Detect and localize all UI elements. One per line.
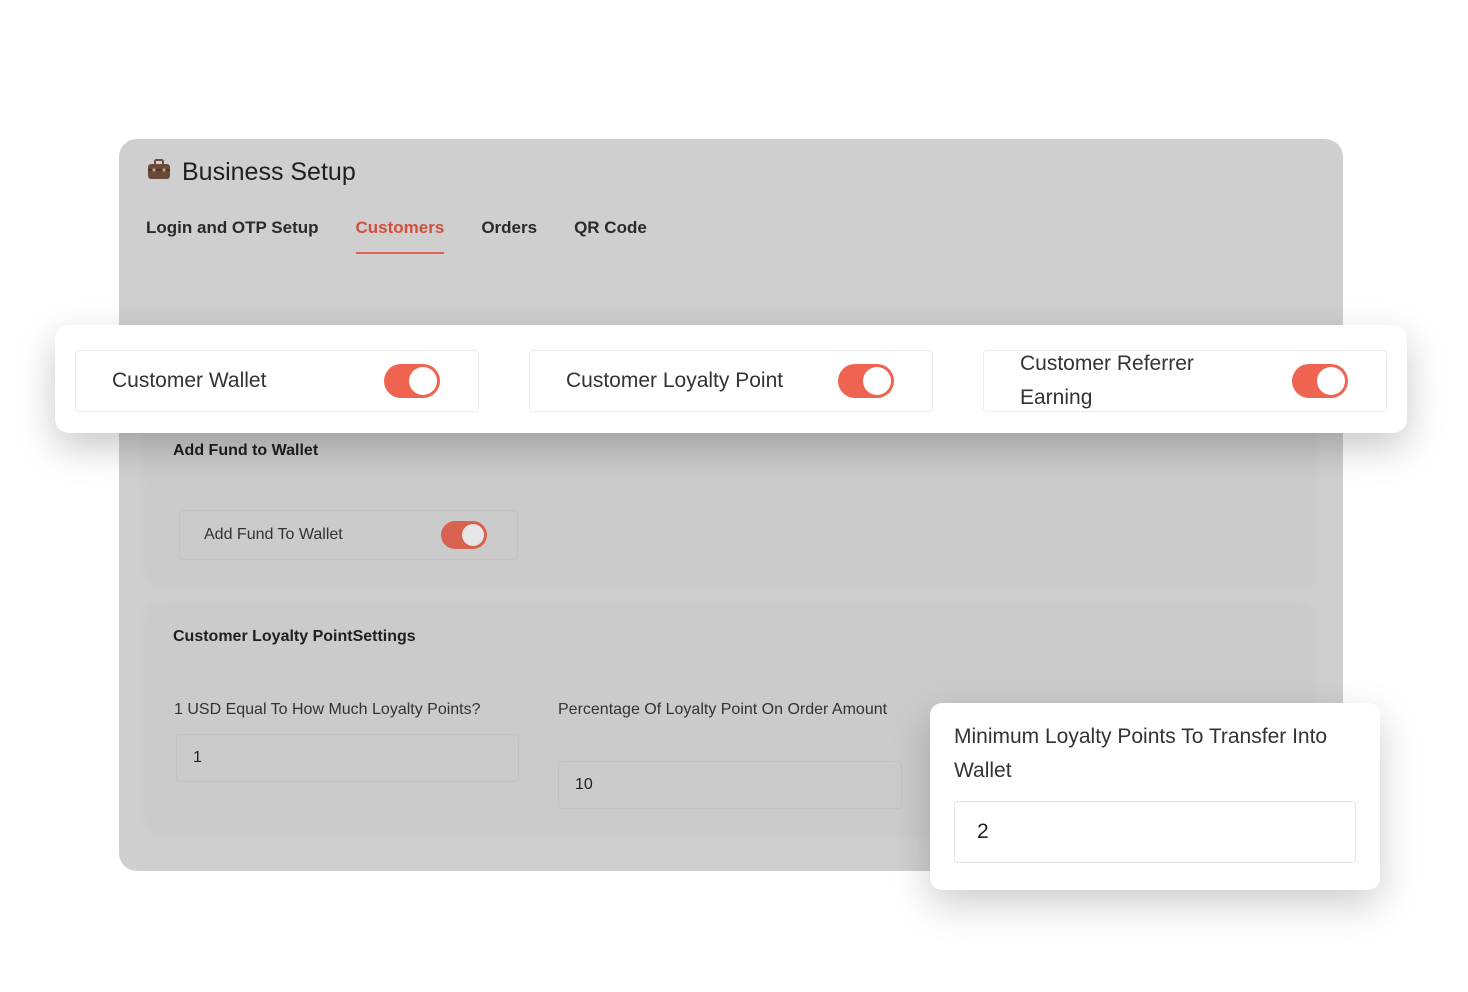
customer-loyalty-point-label: Customer Loyalty Point bbox=[566, 369, 784, 392]
add-fund-to-wallet-label: Add Fund To Wallet bbox=[204, 526, 343, 543]
toggle-knob bbox=[409, 367, 437, 395]
toggle-knob bbox=[462, 524, 484, 546]
customer-wallet-card: Customer Wallet bbox=[75, 350, 479, 412]
min-transfer-card: Minimum Loyalty Points To Transfer Into … bbox=[930, 703, 1380, 890]
min-transfer-label: Minimum Loyalty Points To Transfer Into … bbox=[954, 725, 1328, 782]
loyalty-percentage-input[interactable]: 10 bbox=[558, 761, 902, 809]
usd-to-points-input[interactable]: 1 bbox=[176, 734, 519, 782]
tab-qr-code[interactable]: QR Code bbox=[574, 218, 647, 254]
page-title-text: Business Setup bbox=[182, 157, 356, 186]
tab-login-otp-setup[interactable]: Login and OTP Setup bbox=[146, 218, 319, 254]
customer-referrer-earning-card: Customer Referrer Earning bbox=[983, 350, 1387, 412]
setup-tabs: Login and OTP Setup Customers Orders QR … bbox=[146, 218, 647, 254]
customer-loyalty-point-card: Customer Loyalty Point bbox=[529, 350, 933, 412]
toggle-knob bbox=[863, 367, 891, 395]
customer-wallet-label: Customer Wallet bbox=[112, 369, 267, 392]
tab-customers[interactable]: Customers bbox=[355, 218, 444, 254]
usd-to-points-label: 1 USD Equal To How Much Loyalty Points? bbox=[174, 701, 481, 718]
add-fund-section-title: Add Fund to Wallet bbox=[173, 442, 319, 459]
tab-orders[interactable]: Orders bbox=[481, 218, 537, 254]
customer-wallet-toggle[interactable] bbox=[384, 364, 440, 398]
add-fund-to-wallet-card: Add Fund To Wallet bbox=[179, 510, 518, 560]
customer-loyalty-point-toggle[interactable] bbox=[838, 364, 894, 398]
page-title: Business Setup bbox=[146, 152, 356, 192]
min-transfer-input[interactable]: 2 bbox=[954, 801, 1356, 863]
briefcase-icon bbox=[146, 156, 172, 189]
loyalty-percentage-label: Percentage Of Loyalty Point On Order Amo… bbox=[558, 701, 888, 718]
add-fund-to-wallet-toggle[interactable] bbox=[441, 521, 487, 549]
customer-referrer-earning-label: Customer Referrer Earning bbox=[1020, 352, 1194, 409]
toggle-knob bbox=[1317, 367, 1345, 395]
loyalty-settings-title: Customer Loyalty PointSettings bbox=[173, 628, 416, 645]
customer-referrer-earning-toggle[interactable] bbox=[1292, 364, 1348, 398]
customer-features-bar: Customer Wallet Customer Loyalty Point C… bbox=[55, 325, 1407, 433]
